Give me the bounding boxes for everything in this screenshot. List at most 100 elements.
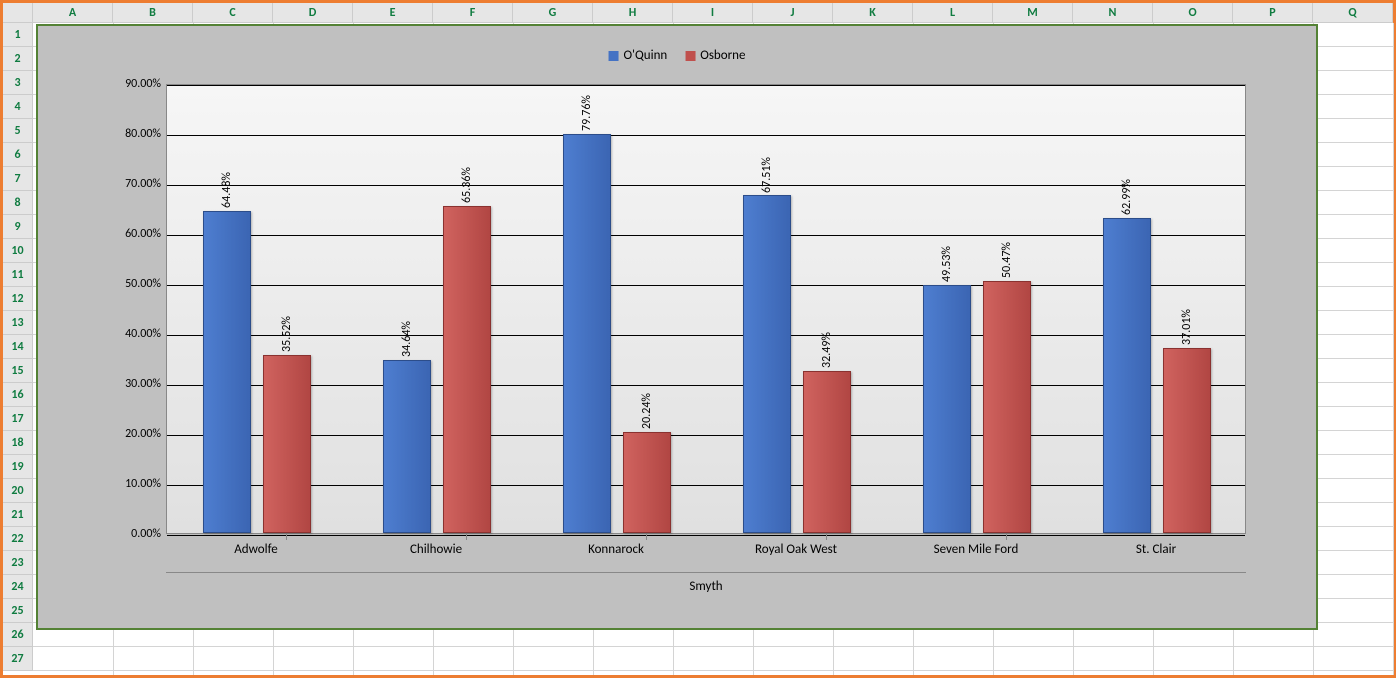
y-tick-label: 10.00%	[106, 477, 161, 491]
bar-oquinn-3[interactable]: 67.51%	[743, 195, 791, 533]
column-header-C[interactable]: C	[193, 3, 273, 22]
legend-label: Osborne	[700, 48, 745, 63]
column-header-H[interactable]: H	[593, 3, 673, 22]
bar-oquinn-4[interactable]: 49.53%	[923, 285, 971, 533]
row-header-6[interactable]: 6	[3, 143, 33, 167]
category-label: Seven Mile Ford	[886, 542, 1066, 557]
column-header-E[interactable]: E	[353, 3, 433, 22]
row-header-27[interactable]: 27	[3, 647, 33, 671]
chart-legend: O'Quinn Osborne	[609, 48, 746, 63]
row-header-4[interactable]: 4	[3, 95, 33, 119]
column-header-I[interactable]: I	[673, 3, 753, 22]
bar-osborne-2[interactable]: 20.24%	[623, 432, 671, 533]
column-header-L[interactable]: L	[913, 3, 993, 22]
row-header-1[interactable]: 1	[3, 23, 33, 47]
row-header-24[interactable]: 24	[3, 575, 33, 599]
grid-area[interactable]: O'Quinn Osborne 0.00% 10.00% 20.00% 30.00% 4…	[33, 23, 1393, 675]
data-label: 37.01%	[1180, 309, 1194, 345]
data-label: 64.48%	[220, 172, 234, 208]
column-headers: ABCDEFGHIJKLMNOPQ	[3, 3, 1393, 23]
data-label: 79.76%	[580, 95, 594, 131]
y-tick-label: 70.00%	[106, 177, 161, 191]
bar-osborne-4[interactable]: 50.47%	[983, 281, 1031, 533]
data-label: 67.51%	[760, 157, 774, 193]
category-label: St. Clair	[1066, 542, 1246, 557]
data-label: 34.64%	[400, 321, 414, 357]
y-tick-label: 20.00%	[106, 427, 161, 441]
y-tick-label: 40.00%	[106, 327, 161, 341]
category-label: Adwolfe	[166, 542, 346, 557]
data-label: 65.36%	[460, 167, 474, 203]
row-header-11[interactable]: 11	[3, 263, 33, 287]
legend-swatch-icon	[685, 51, 695, 61]
legend-label: O'Quinn	[624, 48, 668, 63]
column-header-F[interactable]: F	[433, 3, 513, 22]
column-header-M[interactable]: M	[993, 3, 1073, 22]
column-header-A[interactable]: A	[33, 3, 113, 22]
legend-item-oquinn: O'Quinn	[609, 48, 668, 63]
bar-oquinn-0[interactable]: 64.48%	[203, 211, 251, 533]
bar-osborne-5[interactable]: 37.01%	[1163, 348, 1211, 533]
row-header-19[interactable]: 19	[3, 455, 33, 479]
y-tick-label: 30.00%	[106, 377, 161, 391]
y-tick-label: 60.00%	[106, 227, 161, 241]
column-header-D[interactable]: D	[273, 3, 353, 22]
legend-swatch-icon	[609, 51, 619, 61]
bar-osborne-0[interactable]: 35.52%	[263, 355, 311, 533]
row-header-15[interactable]: 15	[3, 359, 33, 383]
y-tick-label: 50.00%	[106, 277, 161, 291]
column-header-P[interactable]: P	[1233, 3, 1313, 22]
column-header-O[interactable]: O	[1153, 3, 1233, 22]
y-tick-label: 90.00%	[106, 77, 161, 91]
row-header-20[interactable]: 20	[3, 479, 33, 503]
bar-oquinn-1[interactable]: 34.64%	[383, 360, 431, 533]
data-label: 35.52%	[280, 316, 294, 352]
column-header-B[interactable]: B	[113, 3, 193, 22]
bar-oquinn-2[interactable]: 79.76%	[563, 134, 611, 533]
category-label: Chilhowie	[346, 542, 526, 557]
row-header-25[interactable]: 25	[3, 599, 33, 623]
row-header-10[interactable]: 10	[3, 239, 33, 263]
row-header-2[interactable]: 2	[3, 47, 33, 71]
row-header-26[interactable]: 26	[3, 623, 33, 647]
category-label: Royal Oak West	[706, 542, 886, 557]
spreadsheet: ABCDEFGHIJKLMNOPQ 1234567891011121314151…	[3, 3, 1393, 675]
legend-item-osborne: Osborne	[685, 48, 745, 63]
row-header-13[interactable]: 13	[3, 311, 33, 335]
data-label: 49.53%	[940, 246, 954, 282]
row-header-9[interactable]: 9	[3, 215, 33, 239]
data-label: 32.49%	[820, 332, 834, 368]
bar-osborne-3[interactable]: 32.49%	[803, 371, 851, 533]
data-label: 20.24%	[640, 393, 654, 429]
category-label: Konnarock	[526, 542, 706, 557]
plot-zone: 0.00% 10.00% 20.00% 30.00% 40.00% 50.00% 60.00…	[106, 84, 1246, 614]
column-header-Q[interactable]: Q	[1313, 3, 1393, 22]
y-tick-label: 80.00%	[106, 127, 161, 141]
category-parent-label: Smyth	[166, 572, 1246, 594]
row-header-14[interactable]: 14	[3, 335, 33, 359]
bar-oquinn-5[interactable]: 62.99%	[1103, 218, 1151, 533]
row-header-5[interactable]: 5	[3, 119, 33, 143]
data-label: 50.47%	[1000, 242, 1014, 278]
plot-area: 64.48%35.52%34.64%65.36%79.76%20.24%67.5…	[166, 84, 1246, 534]
row-header-17[interactable]: 17	[3, 407, 33, 431]
y-tick-label: 0.00%	[106, 527, 161, 541]
column-header-K[interactable]: K	[833, 3, 913, 22]
row-header-23[interactable]: 23	[3, 551, 33, 575]
row-header-18[interactable]: 18	[3, 431, 33, 455]
row-header-3[interactable]: 3	[3, 71, 33, 95]
row-header-22[interactable]: 22	[3, 527, 33, 551]
chart-object[interactable]: O'Quinn Osborne 0.00% 10.00% 20.00% 30.00% 4…	[37, 25, 1317, 629]
column-header-J[interactable]: J	[753, 3, 833, 22]
row-header-7[interactable]: 7	[3, 167, 33, 191]
row-header-16[interactable]: 16	[3, 383, 33, 407]
row-header-12[interactable]: 12	[3, 287, 33, 311]
bar-osborne-1[interactable]: 65.36%	[443, 206, 491, 533]
column-header-N[interactable]: N	[1073, 3, 1153, 22]
row-headers: 1234567891011121314151617181920212223242…	[3, 23, 33, 671]
select-all-corner[interactable]	[3, 3, 33, 23]
row-header-21[interactable]: 21	[3, 503, 33, 527]
column-header-G[interactable]: G	[513, 3, 593, 22]
data-label: 62.99%	[1120, 179, 1134, 215]
row-header-8[interactable]: 8	[3, 191, 33, 215]
